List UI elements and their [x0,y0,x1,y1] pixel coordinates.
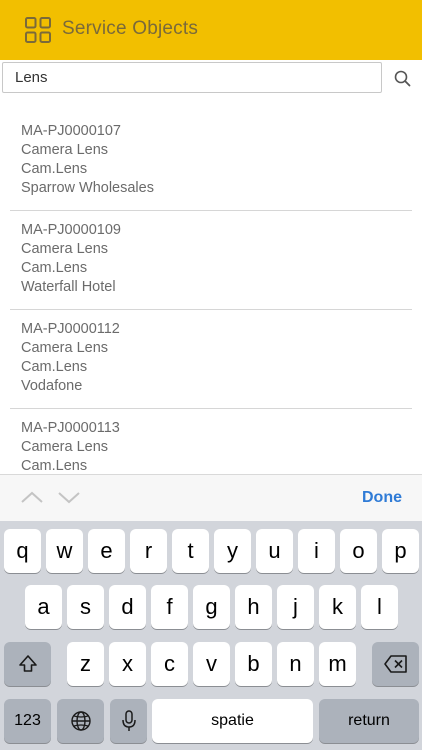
key-u[interactable]: u [256,529,293,573]
item-customer: Waterfall Hotel [21,279,116,295]
key-e[interactable]: e [88,529,125,573]
chevron-down-icon[interactable] [57,489,81,505]
key-p[interactable]: p [382,529,419,573]
key-r[interactable]: r [130,529,167,573]
search-icon [394,70,410,86]
key-y[interactable]: y [214,529,251,573]
page-title: Service Objects [62,18,199,39]
numbers-key[interactable]: 123 [4,699,51,743]
key-m[interactable]: m [319,642,356,686]
results-list: MA-PJ0000107 Camera Lens Cam.Lens Sparro… [0,96,422,474]
key-i[interactable]: i [298,529,335,573]
item-name: Camera Lens [21,340,109,356]
key-b[interactable]: b [235,642,272,686]
key-h[interactable]: h [235,585,272,629]
key-g[interactable]: g [193,585,230,629]
globe-icon [70,711,91,731]
key-w[interactable]: w [46,529,83,573]
key-s[interactable]: s [67,585,104,629]
list-item[interactable]: MA-PJ0000112 Camera Lens Cam.Lens Vodafo… [10,310,412,409]
item-name: Camera Lens [21,439,109,455]
done-button[interactable]: Done [362,489,402,507]
item-id: MA-PJ0000109 [21,222,121,238]
shift-icon [18,655,37,672]
globe-key[interactable] [57,699,104,743]
item-code: Cam.Lens [21,161,88,177]
grid-icon[interactable] [25,17,51,43]
search-bar [0,60,422,96]
key-j[interactable]: j [277,585,314,629]
space-key[interactable]: spatie [152,699,313,743]
key-o[interactable]: o [340,529,377,573]
chevron-up-icon[interactable] [20,489,44,505]
item-customer: Sparrow Wholesales [21,180,154,196]
shift-key[interactable] [4,642,51,686]
key-v[interactable]: v [193,642,230,686]
search-button[interactable] [386,64,418,92]
item-id: MA-PJ0000107 [21,123,121,139]
backspace-icon [383,655,407,673]
item-id: MA-PJ0000113 [21,420,120,436]
item-id: MA-PJ0000112 [21,321,120,337]
key-l[interactable]: l [361,585,398,629]
item-code: Cam.Lens [21,359,88,375]
key-a[interactable]: a [25,585,62,629]
app-header: Service Objects [0,0,422,60]
microphone-icon [121,710,136,731]
key-n[interactable]: n [277,642,314,686]
key-f[interactable]: f [151,585,188,629]
key-d[interactable]: d [109,585,146,629]
item-code: Cam.Lens [21,260,88,276]
search-input[interactable] [2,62,382,93]
key-x[interactable]: x [109,642,146,686]
key-t[interactable]: t [172,529,209,573]
item-code: Cam.Lens [21,458,88,474]
microphone-key[interactable] [110,699,147,743]
keyboard: q w e r t y u i o p a s d f g h j k l z … [0,521,422,750]
item-name: Camera Lens [21,142,109,158]
item-customer: Vodafone [21,378,83,394]
list-item[interactable]: MA-PJ0000113 Camera Lens Cam.Lens [10,409,412,474]
return-key[interactable]: return [319,699,419,743]
list-item[interactable]: MA-PJ0000109 Camera Lens Cam.Lens Waterf… [10,211,412,310]
item-name: Camera Lens [21,241,109,257]
list-item[interactable]: MA-PJ0000107 Camera Lens Cam.Lens Sparro… [10,112,412,211]
key-c[interactable]: c [151,642,188,686]
key-k[interactable]: k [319,585,356,629]
key-q[interactable]: q [4,529,41,573]
backspace-key[interactable] [372,642,419,686]
keyboard-toolbar: Done [0,474,422,521]
key-z[interactable]: z [67,642,104,686]
